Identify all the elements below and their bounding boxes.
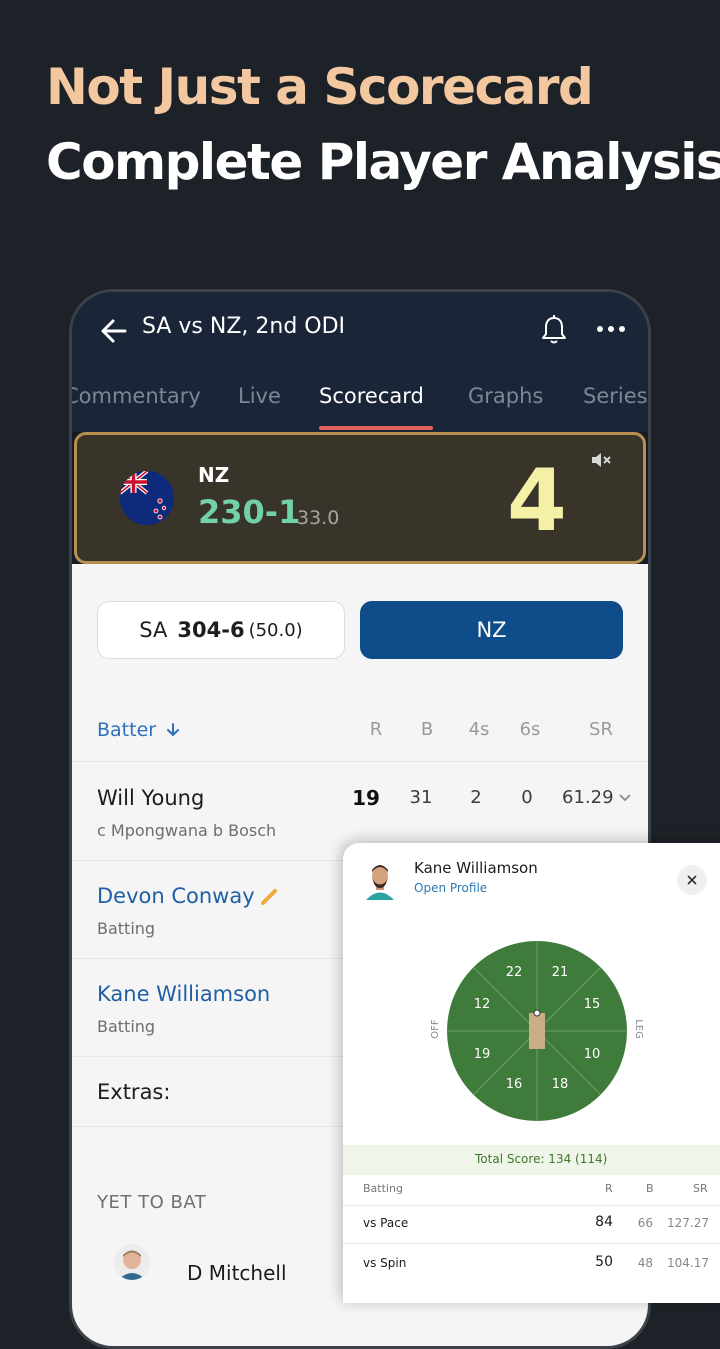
split-header-balls: B (646, 1182, 654, 1195)
batter-runs: 19 (352, 786, 380, 810)
batting-team-name: NZ (198, 463, 230, 487)
leg-side-label: LEG (633, 1019, 644, 1039)
wagon-zone-value: 15 (584, 997, 601, 1012)
yet-to-bat-heading: YET TO BAT (97, 1192, 207, 1213)
innings-sa-team: SA (139, 618, 168, 642)
pitch-strip (529, 1013, 545, 1049)
wagon-zone-value: 19 (474, 1047, 491, 1062)
tab-scorecard[interactable]: Scorecard (319, 384, 424, 408)
batter-name-devon-conway[interactable]: Devon Conway (97, 884, 255, 908)
tab-graphs[interactable]: Graphs (468, 384, 543, 408)
batting-team-score: 230-1 (198, 493, 301, 531)
batter-strike-rate: 61.29 (562, 787, 614, 808)
mute-icon[interactable] (589, 448, 613, 472)
extras-label: Extras: (97, 1080, 171, 1104)
col-header-sr: SR (589, 719, 613, 740)
wagon-zone-value: 10 (584, 1047, 601, 1062)
tab-commentary[interactable]: Commentary (72, 384, 201, 408)
row-divider (343, 1205, 720, 1206)
batter-position-marker (533, 1009, 541, 1017)
col-header-runs: R (369, 719, 383, 740)
col-header-sixes: 6s (519, 719, 541, 740)
wagon-zone-value: 16 (506, 1077, 523, 1092)
match-title: SA vs NZ, 2nd ODI (142, 314, 346, 339)
wagon-wheel-chart: 22 21 15 10 18 16 19 12 OFF LEG (430, 941, 644, 1121)
split-header-batting: Batting (363, 1182, 403, 1195)
chevron-down-icon[interactable] (618, 793, 632, 803)
batter-sixes: 0 (521, 787, 533, 808)
split-header-runs: R (605, 1182, 613, 1195)
batting-team-overs: 33.0 (297, 507, 340, 529)
split-row-label: vs Pace (363, 1216, 409, 1230)
player-analysis-popup: Kane Williamson Open Profile 22 21 15 10… (343, 843, 720, 1303)
split-balls: 66 (637, 1216, 653, 1230)
batter-sort-header[interactable]: Batter (97, 719, 180, 741)
col-header-balls: B (420, 719, 434, 740)
batter-dismissal: c Mpongwana b Bosch (97, 821, 277, 840)
split-runs: 50 (595, 1254, 613, 1270)
split-header-sr: SR (693, 1182, 708, 1195)
batter-fours: 2 (470, 787, 482, 808)
batter-header-label: Batter (97, 719, 157, 741)
innings-sa-score: 304-6 (177, 618, 245, 642)
split-balls: 48 (637, 1256, 653, 1270)
live-score-card: NZ 230-1 33.0 4 (74, 432, 646, 564)
player-avatar (114, 1244, 150, 1280)
row-divider (343, 1243, 720, 1244)
player-avatar (360, 860, 400, 900)
innings-nz-team: NZ (476, 618, 507, 642)
nz-flag-icon (120, 471, 174, 525)
batter-status: Batting (97, 919, 156, 938)
split-strike-rate: 104.17 (667, 1256, 709, 1270)
wagon-zone-value: 21 (552, 965, 569, 980)
batter-status: Batting (97, 1017, 156, 1036)
active-tab-indicator (319, 426, 433, 430)
back-arrow-icon[interactable] (97, 314, 131, 348)
open-profile-link[interactable]: Open Profile (414, 881, 487, 895)
app-bar: SA vs NZ, 2nd ODI Commentary Live Scorec… (72, 292, 648, 432)
row-divider (72, 761, 648, 762)
innings-toggle-nz[interactable]: NZ (360, 601, 623, 659)
batter-balls: 31 (409, 787, 433, 808)
yet-to-bat-player[interactable]: D Mitchell (187, 1261, 287, 1285)
innings-toggle-sa[interactable]: SA 304-6 (50.0) (97, 601, 345, 659)
bell-icon[interactable] (540, 314, 568, 346)
headline-line-2: Complete Player Analysis! (46, 133, 720, 191)
last-ball-runs: 4 (507, 451, 567, 551)
wagon-zone-value: 22 (506, 965, 523, 980)
bat-icon (261, 889, 277, 905)
innings-sa-overs: (50.0) (248, 619, 303, 641)
more-dots-icon[interactable] (596, 322, 626, 336)
sort-down-arrow-icon (167, 723, 180, 737)
wagon-zone-value: 18 (552, 1077, 569, 1092)
col-header-fours: 4s (468, 719, 490, 740)
split-row-label: vs Spin (363, 1256, 407, 1270)
wagon-zone-value: 12 (474, 997, 491, 1012)
close-button[interactable] (677, 865, 707, 895)
batter-name-kane-williamson[interactable]: Kane Williamson (97, 982, 270, 1006)
split-runs: 84 (595, 1214, 613, 1230)
tab-live[interactable]: Live (238, 384, 281, 408)
popup-player-name: Kane Williamson (414, 859, 538, 877)
tab-series[interactable]: Series (583, 384, 648, 408)
split-strike-rate: 127.27 (667, 1216, 709, 1230)
close-icon (687, 875, 697, 885)
headline-line-1: Not Just a Scorecard (46, 58, 594, 116)
batter-name-will-young[interactable]: Will Young (97, 786, 204, 810)
off-side-label: OFF (430, 1019, 441, 1039)
total-score: Total Score: 134 (114) (475, 1152, 608, 1166)
